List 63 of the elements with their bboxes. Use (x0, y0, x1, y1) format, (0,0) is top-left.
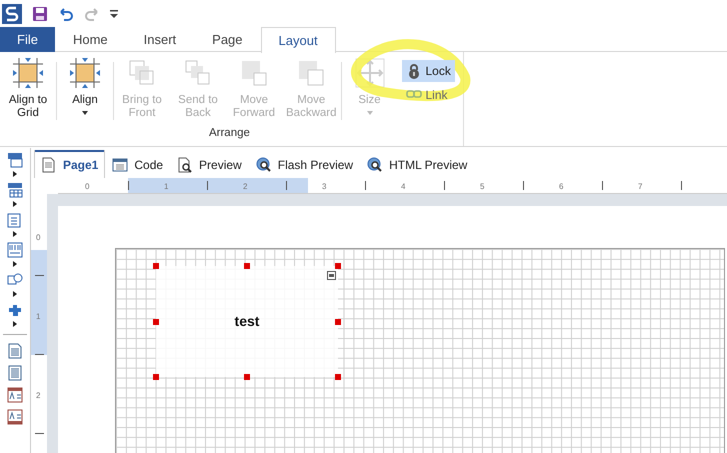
ribbon-button[interactable]: Align to Grid (0, 58, 56, 120)
table-icon[interactable] (7, 182, 23, 198)
ruler-label: 2 (243, 181, 248, 193)
ruler-label: 6 (559, 181, 564, 193)
code-window-icon (112, 157, 128, 173)
document-tab[interactable]: Preview (171, 150, 248, 178)
resize-handle[interactable] (153, 263, 159, 269)
resize-handle[interactable] (153, 318, 159, 324)
align-grid-icon (13, 58, 43, 88)
globe-search-icon (256, 157, 272, 173)
ruler-label: 5 (480, 181, 484, 193)
expand-arrow-icon[interactable] (13, 231, 17, 237)
resize-handle[interactable] (335, 318, 341, 324)
report-page-icon[interactable] (7, 343, 23, 359)
barcode-icon[interactable] (7, 242, 23, 258)
document-tab[interactable]: Flash Preview (250, 150, 360, 178)
layers-icon (296, 58, 326, 88)
layers-icon (239, 58, 269, 88)
expand-arrow-icon[interactable] (13, 321, 17, 327)
resize-handle[interactable] (335, 263, 341, 269)
document-tab[interactable]: HTML Preview (361, 150, 474, 178)
ruler-label: 1 (164, 181, 168, 193)
customize-menu-icon[interactable] (110, 10, 118, 18)
resize-handle[interactable] (335, 374, 341, 380)
ribbon-tab[interactable]: Home (54, 27, 126, 52)
save-icon[interactable] (32, 6, 48, 22)
ribbon-tab[interactable]: Layout (260, 27, 336, 53)
expand-arrow-icon[interactable] (13, 201, 17, 207)
group-label: Arrange (208, 126, 251, 141)
ribbon-button[interactable]: Align (57, 58, 113, 115)
text-field-icon[interactable] (7, 409, 23, 425)
ruler-label: 2 (36, 390, 40, 402)
expand-arrow-icon[interactable] (13, 261, 17, 267)
file-menu-button[interactable]: File (0, 27, 55, 52)
expand-arrow-icon[interactable] (13, 291, 17, 297)
resize-handle[interactable] (244, 374, 250, 380)
ribbon-tab[interactable]: Page (194, 27, 261, 52)
edit-tag-icon[interactable] (327, 271, 336, 280)
text-box[interactable]: test (156, 266, 338, 377)
align-grid-icon (70, 58, 100, 88)
resize-arrows-icon (354, 58, 384, 88)
resize-handle[interactable] (244, 263, 250, 269)
panel-icon[interactable] (7, 152, 23, 168)
ruler-label: 1 (36, 311, 40, 323)
ruler-label: 3 (322, 181, 326, 193)
undo-icon[interactable] (58, 6, 74, 20)
document-tab[interactable]: Code (106, 150, 170, 178)
ribbon-tab[interactable]: Insert (126, 27, 194, 52)
resize-handle[interactable] (153, 374, 159, 380)
list-icon[interactable] (7, 212, 23, 228)
globe-search-icon (367, 157, 384, 173)
ribbon-button[interactable]: Lock (402, 60, 455, 82)
expand-arrow-icon[interactable] (13, 171, 17, 177)
document-tab[interactable]: Page1 (35, 150, 104, 178)
app-logo-icon (2, 4, 22, 24)
page-icon (41, 157, 57, 173)
ruler-label: 7 (638, 181, 642, 193)
ruler-label: 0 (85, 181, 90, 193)
ruler-label: 0 (36, 232, 40, 244)
report-lines-icon[interactable] (7, 365, 23, 381)
ruler-label: 4 (401, 181, 406, 193)
text-field-icon[interactable] (7, 387, 23, 403)
preview-icon (177, 157, 194, 173)
